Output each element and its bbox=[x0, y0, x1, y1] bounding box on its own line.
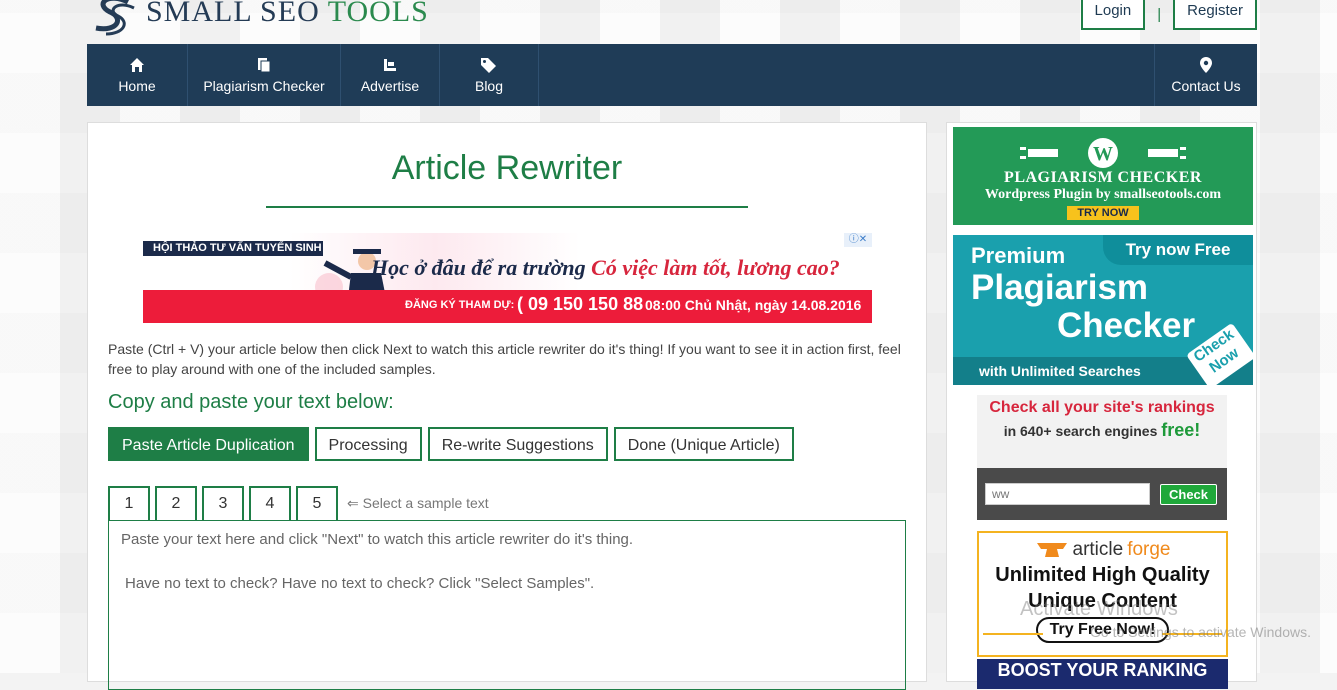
premium-plagiarism-ad[interactable]: Try now Free Premium Plagiarism Checker … bbox=[953, 235, 1253, 385]
textarea-placeholder-line1: Paste your text here and click "Next" to… bbox=[121, 531, 634, 548]
ad-info-bar: ĐĂNG KÝ THAM DỰ: ( 09 150 150 88 08:00 C… bbox=[143, 290, 872, 323]
nav-item-plagiarism-checker[interactable]: Plagiarism Checker bbox=[188, 44, 341, 106]
rank-checker-header: Check all your site's rankings in 640+ s… bbox=[977, 395, 1227, 468]
nav-item-blog[interactable]: Blog bbox=[440, 44, 539, 106]
ad-choices-icon[interactable]: ⓘ✕ bbox=[844, 233, 872, 247]
checker-label: Checker bbox=[1057, 306, 1196, 345]
auth-separator: | bbox=[1157, 5, 1162, 23]
intro-text: Paste (Ctrl + V) your article below then… bbox=[108, 341, 901, 377]
boost-ranking-ad[interactable]: BOOST YOUR RANKING bbox=[977, 659, 1228, 689]
anvil-icon bbox=[1036, 543, 1067, 557]
sample-button-4[interactable]: 4 bbox=[249, 486, 291, 520]
nav-label: Plagiarism Checker bbox=[203, 78, 325, 94]
rank-checker-widget: Check all your site's rankings in 640+ s… bbox=[977, 395, 1227, 520]
wp-ad-title: PLAGIARISM CHECKER bbox=[1004, 169, 1202, 186]
ad-banner[interactable]: HỘI THẢO TƯ VẤN TUYỂN SINH Học ở đâu để … bbox=[143, 233, 872, 324]
nav-spacer bbox=[539, 44, 1155, 106]
windows-activation-subtext: Go to Settings to activate Windows. bbox=[1090, 624, 1311, 640]
title-underline bbox=[266, 206, 748, 208]
ad-phone: ( 09 150 150 88 bbox=[517, 294, 644, 314]
nav-label: Advertise bbox=[360, 78, 420, 94]
tab-done[interactable]: Done (Unique Article) bbox=[613, 427, 794, 461]
home-icon bbox=[129, 56, 145, 74]
tab-paste-article[interactable]: Paste Article Duplication bbox=[108, 427, 309, 461]
sample-button-2[interactable]: 2 bbox=[155, 486, 197, 520]
textarea-placeholder-line2: Have no text to check? Have no text to c… bbox=[125, 575, 595, 592]
step-tabs: Paste Article Duplication Processing Re-… bbox=[108, 427, 794, 461]
sample-hint: ⇐ Select a sample text bbox=[347, 494, 489, 511]
sample-selector: 1 2 3 4 5 ⇐ Select a sample text bbox=[108, 486, 489, 520]
register-button[interactable]: Register bbox=[1173, 0, 1257, 30]
tab-processing[interactable]: Processing bbox=[314, 427, 422, 461]
sample-button-3[interactable]: 3 bbox=[202, 486, 244, 520]
articleforge-logo: article forge bbox=[979, 539, 1226, 561]
ad-top-label: HỘI THẢO TƯ VẤN TUYỂN SINH bbox=[143, 241, 323, 256]
nav-item-advertise[interactable]: Advertise bbox=[341, 44, 440, 106]
tags-icon bbox=[480, 56, 498, 74]
rank-line1: Check all your site's rankings bbox=[989, 399, 1215, 416]
nav-item-home[interactable]: Home bbox=[87, 44, 188, 106]
ad-headline: Học ở đâu để ra trường Có việc làm tốt, … bbox=[371, 255, 840, 280]
premium-label: Premium bbox=[971, 243, 1066, 268]
tab-rewrite-suggestions[interactable]: Re-write Suggestions bbox=[427, 427, 608, 461]
nav-label: Contact Us bbox=[1171, 78, 1241, 94]
main-navigation: Home Plagiarism Checker Advertise Blog C… bbox=[87, 44, 1257, 106]
plagiarism-label: Plagiarism bbox=[971, 268, 1149, 307]
svg-text:W: W bbox=[1093, 143, 1113, 165]
map-marker-icon bbox=[1200, 56, 1212, 74]
auth-links: Login | Register bbox=[1080, 0, 1257, 30]
nav-item-contact-us[interactable]: Contact Us bbox=[1155, 44, 1257, 106]
login-button[interactable]: Login bbox=[1080, 0, 1146, 30]
nav-label: Blog bbox=[474, 78, 504, 94]
rank-line2: in 640+ search engines free! bbox=[1003, 420, 1201, 440]
try-free-label: Try now Free bbox=[1103, 235, 1253, 265]
ad-date: 08:00 Chủ Nhật, ngày 14.08.2016 bbox=[645, 297, 862, 313]
sample-button-1[interactable]: 1 bbox=[108, 486, 150, 520]
logo-swoosh-icon bbox=[95, 0, 135, 36]
wp-ad-subtitle: Wordpress Plugin by smallseotools.com bbox=[984, 187, 1222, 202]
wordpress-plug-icon: W bbox=[953, 137, 1253, 169]
arrow-left-decoration bbox=[983, 633, 1043, 635]
wp-try-now-button[interactable]: TRY NOW bbox=[1067, 206, 1139, 220]
documents-icon bbox=[256, 56, 272, 74]
page-title: Article Rewriter bbox=[391, 149, 623, 187]
rank-url-input[interactable] bbox=[985, 483, 1150, 505]
copy-heading: Copy and paste your text below: bbox=[108, 391, 394, 413]
main-content: Article Rewriter HỘI THẢO TƯ VẤN TUYỂN S… bbox=[87, 122, 927, 690]
logo-text: SMALL SEO TOOLS bbox=[146, 0, 429, 28]
ad-register-label: ĐĂNG KÝ THAM DỰ: bbox=[405, 299, 515, 311]
wp-plugin-ad[interactable]: W PLAGIARISM CHECKER Wordpress Plugin by… bbox=[953, 127, 1253, 225]
advertise-icon bbox=[382, 56, 398, 74]
sample-button-5[interactable]: 5 bbox=[296, 486, 338, 520]
articleforge-line1: Unlimited High Quality bbox=[995, 564, 1210, 586]
nav-label: Home bbox=[118, 78, 156, 94]
article-textarea[interactable]: Paste your text here and click "Next" to… bbox=[108, 520, 906, 690]
windows-activation-watermark: Activate Windows bbox=[1020, 598, 1178, 620]
rank-checker-form: Check bbox=[977, 468, 1227, 520]
rank-check-button[interactable]: Check bbox=[1160, 483, 1218, 505]
site-logo[interactable]: SMALL SEO TOOLS bbox=[88, 0, 429, 36]
